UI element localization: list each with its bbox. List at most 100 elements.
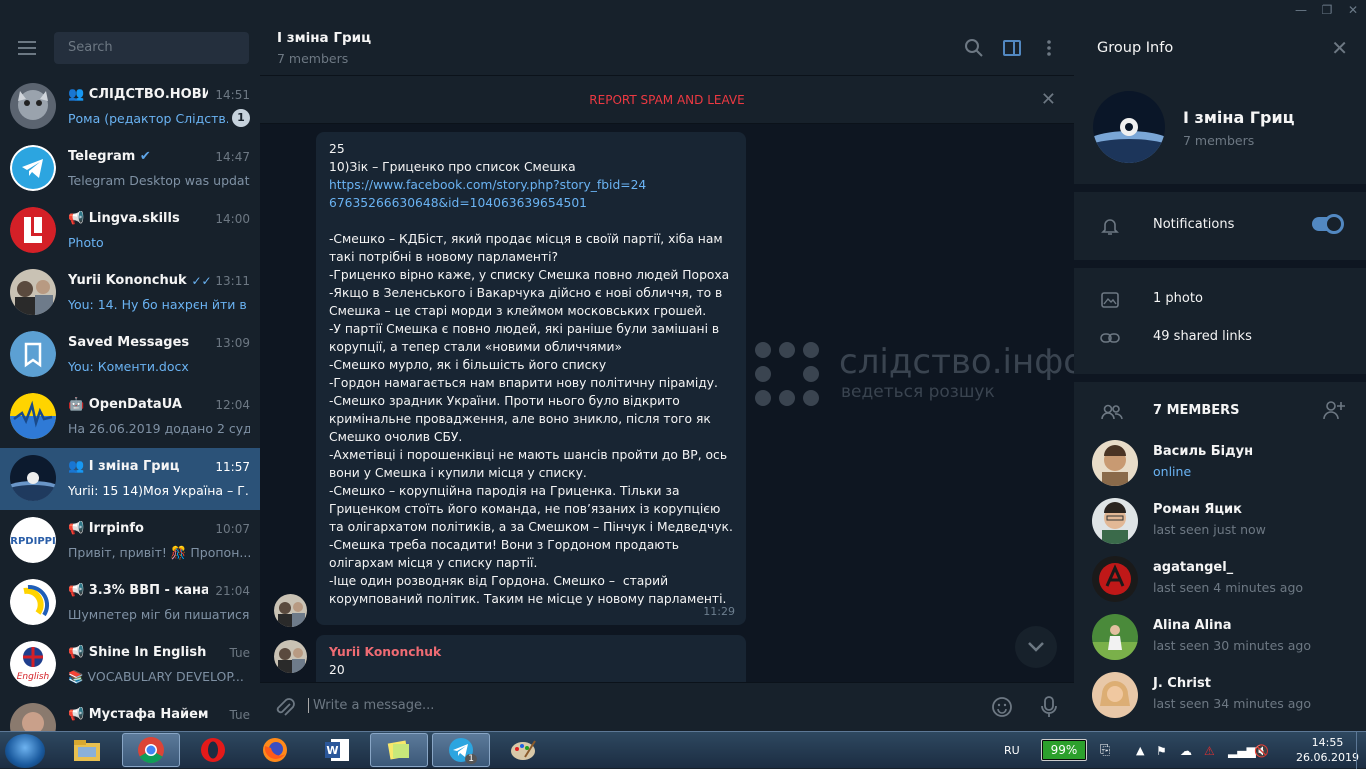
scroll-down-button[interactable] bbox=[1015, 626, 1057, 668]
member-item[interactable]: Василь Бідун online bbox=[1074, 436, 1366, 494]
chat-item[interactable]: 🤖 OpenDataUA 12:04 На 26.06.2019 додано … bbox=[0, 386, 260, 448]
show-hidden-icons[interactable]: ▲ bbox=[1136, 732, 1144, 769]
member-status: last seen 34 minutes ago bbox=[1153, 696, 1312, 711]
show-desktop-button[interactable] bbox=[1356, 732, 1366, 769]
chat-item[interactable]: Telegram ✔ 14:47 Telegram Desktop was up… bbox=[0, 138, 260, 200]
message-bubble[interactable]: 25 10)Зік – Гриценко про список Смешка h… bbox=[316, 132, 746, 625]
svg-text:English: English bbox=[17, 672, 50, 682]
chat-item[interactable]: 👥 СЛІДСТВО.НОВИ... 14:51 Рома (редактор … bbox=[0, 76, 260, 138]
language-indicator[interactable]: RU bbox=[1004, 732, 1020, 769]
cloud-sync-icon[interactable]: ☁ bbox=[1180, 732, 1192, 769]
notifications-toggle[interactable] bbox=[1312, 214, 1344, 234]
maximize-icon[interactable]: ❐ bbox=[1314, 0, 1340, 20]
chat-time: 10:07 bbox=[215, 522, 250, 536]
channel-icon: 📢 bbox=[68, 583, 89, 598]
chat-item[interactable]: 📢 3.3% ВВП - канал ... 21:04 Шумпетер мі… bbox=[0, 572, 260, 634]
clock-date: 26.06.2019 bbox=[1296, 751, 1359, 764]
network-warning-icon[interactable]: ⚠ bbox=[1204, 732, 1215, 769]
explorer-icon[interactable] bbox=[58, 733, 116, 767]
telegram-taskbar-icon[interactable]: 1 bbox=[432, 733, 490, 767]
avatar bbox=[10, 579, 56, 625]
taskbar-badge: 1 bbox=[465, 754, 477, 764]
more-icon[interactable] bbox=[1039, 38, 1059, 58]
chat-time: 12:04 bbox=[215, 398, 250, 412]
word-icon[interactable]: W bbox=[308, 733, 366, 767]
close-icon[interactable]: ✕ bbox=[1041, 76, 1056, 124]
message-bubble[interactable]: Yurii Kononchuk 20 bbox=[316, 635, 746, 682]
avatar bbox=[1092, 556, 1138, 602]
members-section: 7 MEMBERS Василь Бідун online Роман Яцик… bbox=[1074, 382, 1366, 731]
sticky-notes-icon[interactable] bbox=[370, 733, 428, 767]
chat-name: Shine In English bbox=[88, 645, 207, 660]
chat-time: Tue bbox=[229, 646, 251, 660]
members-icon bbox=[1101, 404, 1123, 420]
chat-name: Lingva.skills bbox=[88, 211, 180, 226]
avatar[interactable] bbox=[274, 594, 307, 627]
channel-icon: 📢 bbox=[68, 521, 89, 536]
chat-item[interactable]: 📢 Lingva.skills 14:00 Photo bbox=[0, 200, 260, 262]
start-button[interactable] bbox=[5, 734, 45, 768]
shared-links[interactable]: 49 shared links bbox=[1153, 329, 1252, 344]
message-sender[interactable]: Yurii Kononchuk bbox=[329, 643, 733, 661]
search-icon[interactable] bbox=[964, 38, 984, 58]
battery-indicator[interactable]: 99% bbox=[1041, 739, 1087, 761]
attach-icon[interactable] bbox=[274, 696, 296, 718]
chat-item[interactable]: Yurii Kononchuk ✓✓ 13:11 You: 14. Ну бо … bbox=[0, 262, 260, 324]
chat-name: Telegram bbox=[68, 149, 136, 164]
microphone-icon[interactable] bbox=[1038, 695, 1060, 719]
opera-icon[interactable] bbox=[184, 733, 242, 767]
chat-item[interactable]: RPDIPPI 📢 Irrpinfo 10:07 Привіт, привіт!… bbox=[0, 510, 260, 572]
chat-preview: You: 14. Ну бо нахрєн йти в ... bbox=[68, 297, 250, 312]
svg-text:W: W bbox=[326, 744, 338, 757]
group-icon: 👥 bbox=[68, 87, 89, 102]
minimize-icon[interactable]: — bbox=[1288, 0, 1314, 20]
watermark-title: слідство.інфо bbox=[839, 342, 1074, 382]
chat-header[interactable]: І зміна Гриц 7 members bbox=[260, 20, 1074, 76]
unread-badge: 1 bbox=[232, 109, 250, 127]
menu-icon[interactable] bbox=[18, 41, 36, 59]
messages-area[interactable]: слідство.інфо ведеться розшук 25 10)Зік … bbox=[260, 124, 1074, 682]
emoji-icon[interactable] bbox=[991, 696, 1013, 718]
group-name: І зміна Гриц bbox=[1183, 108, 1295, 127]
member-name: Alina Alina bbox=[1153, 618, 1232, 633]
close-window-icon[interactable]: ✕ bbox=[1340, 0, 1366, 20]
firefox-icon[interactable] bbox=[246, 733, 304, 767]
photos-link[interactable]: 1 photo bbox=[1153, 291, 1203, 306]
chat-time: 13:09 bbox=[215, 336, 250, 350]
report-spam-button[interactable]: REPORT SPAM AND LEAVE bbox=[589, 93, 744, 107]
chat-name: Мустафа Найем bbox=[88, 707, 208, 722]
chrome-icon[interactable] bbox=[122, 733, 180, 767]
sidebar-toggle-icon[interactable] bbox=[1002, 38, 1022, 58]
volume-icon[interactable]: 🔇 bbox=[1254, 732, 1269, 769]
message-input[interactable]: Write a message... bbox=[308, 698, 434, 713]
watermark: слідство.інфо ведеться розшук bbox=[753, 342, 1074, 412]
chat-item-active[interactable]: 👥 І зміна Гриц 11:57 Yurii: 15 14)Моя Ук… bbox=[0, 448, 260, 510]
avatar[interactable] bbox=[274, 640, 307, 673]
system-clock[interactable]: 14:55 26.06.2019 bbox=[1296, 735, 1359, 765]
action-center-flag-icon[interactable]: ⚑ bbox=[1156, 732, 1167, 769]
chat-item[interactable]: English 📢 Shine In English Tue 📚 VOCABUL… bbox=[0, 634, 260, 696]
message-link[interactable]: https://www.facebook.com/story.php?story… bbox=[329, 176, 649, 212]
chat-name: 3.3% ВВП - канал ... bbox=[88, 583, 208, 598]
member-item[interactable]: agatangel_ last seen 4 minutes ago bbox=[1074, 552, 1366, 610]
group-avatar[interactable] bbox=[1093, 91, 1165, 163]
search-input[interactable]: Search bbox=[54, 32, 249, 64]
close-icon[interactable]: ✕ bbox=[1331, 36, 1348, 60]
member-count: 7 members bbox=[1183, 133, 1255, 148]
member-name: Роман Яцик bbox=[1153, 502, 1242, 517]
chat-name: Irrpinfo bbox=[88, 521, 144, 536]
chat-time: 14:00 bbox=[215, 212, 250, 226]
member-item[interactable]: Alina Alina last seen 30 minutes ago bbox=[1074, 610, 1366, 668]
signal-bars-icon[interactable]: ▂▄▆ bbox=[1228, 732, 1256, 769]
chat-item[interactable]: Saved Messages 13:09 You: Коменти.docx bbox=[0, 324, 260, 386]
chat-item[interactable]: 📢 Мустафа Найем Tue bbox=[0, 696, 260, 731]
member-item[interactable]: Роман Яцик last seen just now bbox=[1074, 494, 1366, 552]
member-name: agatangel_ bbox=[1153, 560, 1234, 575]
chat-time: Tue bbox=[229, 708, 251, 722]
member-item[interactable]: J. Christ last seen 34 minutes ago bbox=[1074, 668, 1366, 726]
paint-icon[interactable] bbox=[494, 733, 552, 767]
power-plug-icon[interactable]: ⎘ bbox=[1100, 732, 1110, 769]
channel-icon: 📢 bbox=[68, 211, 89, 226]
add-member-icon[interactable] bbox=[1322, 399, 1346, 421]
group-info-panel: Group Info ✕ І зміна Гриц 7 members Noti… bbox=[1074, 20, 1366, 731]
